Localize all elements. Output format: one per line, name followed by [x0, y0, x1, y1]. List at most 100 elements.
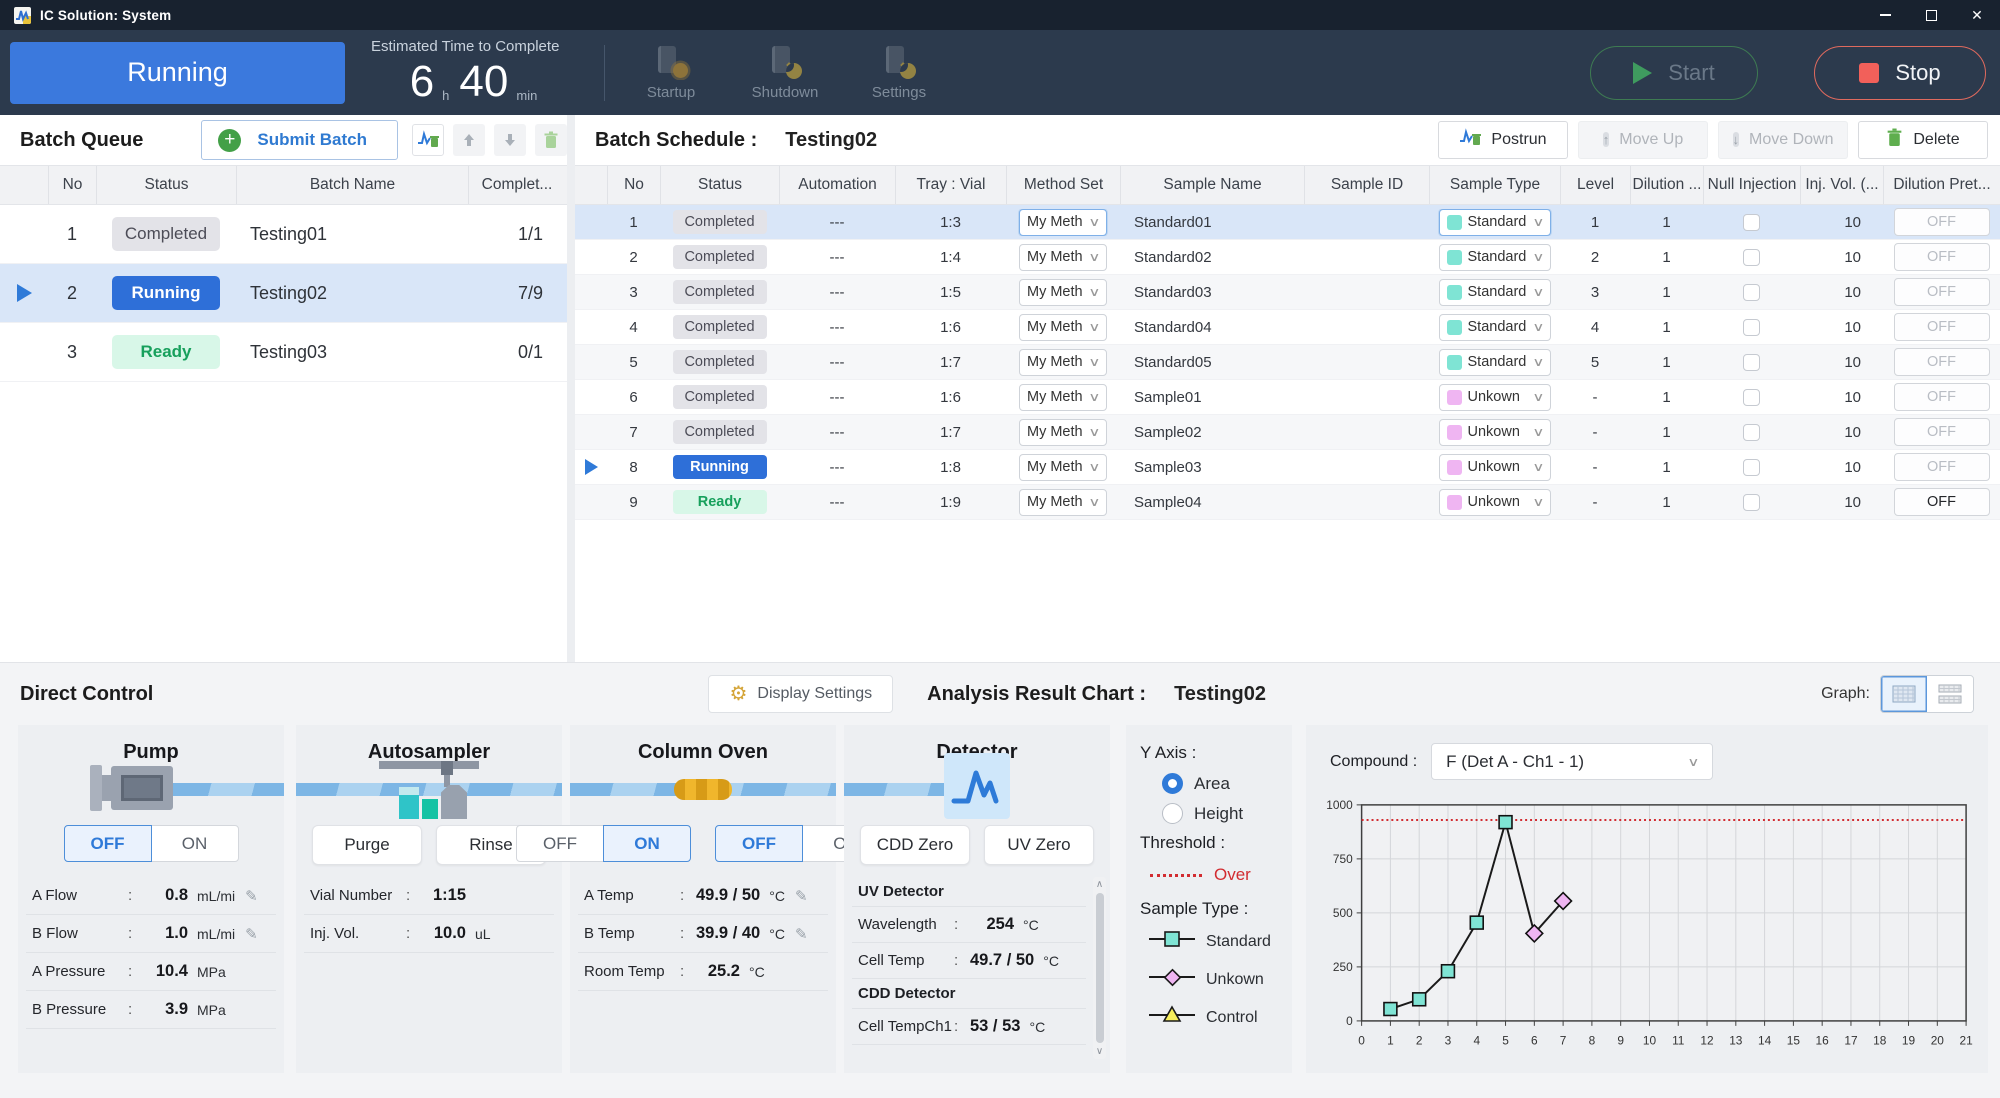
shutdown-button[interactable]: Shutdown [749, 45, 821, 101]
dilution-pret-button[interactable]: OFF [1894, 313, 1990, 341]
column-oven-title: Column Oven [570, 725, 836, 764]
schedule-row[interactable]: 1Completed---1:3My Meth∨Standard01Standa… [575, 205, 2000, 240]
y-axis-radio-area[interactable]: Area [1162, 773, 1292, 794]
graph-split-view-button[interactable] [1927, 676, 1973, 712]
compound-select[interactable]: F (Det A - Ch1 - 1) ∨ [1431, 743, 1713, 780]
stop-icon [1859, 63, 1879, 83]
method-set-select[interactable]: My Meth∨ [1019, 279, 1107, 306]
uv-zero-button[interactable]: UV Zero [984, 825, 1094, 865]
maximize-button[interactable] [1908, 0, 1954, 30]
dilution-pret-button[interactable]: OFF [1894, 278, 1990, 306]
sample-type-select[interactable]: Unkown∨ [1439, 419, 1551, 446]
schedule-row[interactable]: 9Ready---1:9My Meth∨Sample04Unkown∨-110O… [575, 485, 2000, 520]
edit-pencil-icon[interactable]: ✎ [795, 887, 808, 905]
schedule-row[interactable]: 8Running---1:8My Meth∨Sample03Unkown∨-11… [575, 450, 2000, 485]
null-injection-checkbox[interactable] [1743, 214, 1760, 231]
sample-type-select[interactable]: Unkown∨ [1439, 489, 1551, 516]
method-set-select[interactable]: My Meth∨ [1019, 419, 1107, 446]
sample-type-select[interactable]: Standard∨ [1439, 244, 1551, 271]
schedule-cell-level: - [1560, 494, 1630, 511]
edit-pencil-icon[interactable]: ✎ [245, 887, 258, 905]
dilution-pret-button[interactable]: OFF [1894, 243, 1990, 271]
detector-scrollbar[interactable]: ∧ ∨ [1093, 877, 1106, 1059]
schedule-cell-sample_name: Sample01 [1120, 389, 1304, 406]
dilution-pret-button[interactable]: OFF [1894, 418, 1990, 446]
queue-cell-completion: 1/1 [468, 224, 565, 245]
queue-move-down-button[interactable] [494, 124, 526, 156]
method-set-select[interactable]: My Meth∨ [1019, 454, 1107, 481]
sample-type-select[interactable]: Unkown∨ [1439, 454, 1551, 481]
y-axis-radio-height[interactable]: Height [1162, 803, 1292, 824]
sample-type-select[interactable]: Standard∨ [1439, 349, 1551, 376]
null-injection-checkbox[interactable] [1743, 284, 1760, 301]
main-toolbar: Running Estimated Time to Complete 6 h 4… [0, 30, 2000, 115]
autosampler-panel: Autosampler PurgeRinse Vial Number:1:15I… [296, 725, 562, 1073]
svg-text:13: 13 [1729, 1034, 1743, 1048]
method-set-select[interactable]: My Meth∨ [1019, 314, 1107, 341]
queue-delete-button[interactable] [535, 124, 567, 156]
queue-row[interactable]: 1CompletedTesting011/1 [0, 205, 567, 264]
submit-batch-button[interactable]: + Submit Batch [201, 120, 398, 160]
schedule-row[interactable]: 6Completed---1:6My Meth∨Sample01Unkown∨-… [575, 380, 2000, 415]
queue-row[interactable]: 3ReadyTesting030/1 [0, 323, 567, 382]
method-set-select[interactable]: My Meth∨ [1019, 489, 1107, 516]
close-button[interactable]: ✕ [1954, 0, 2000, 30]
autosampler-title: Autosampler [296, 725, 562, 764]
move-down-icon [502, 132, 518, 148]
sample-type-select[interactable]: Standard∨ [1439, 279, 1551, 306]
minimize-button[interactable] [1862, 0, 1908, 30]
stop-button[interactable]: Stop [1814, 46, 1986, 100]
off-toggle-option[interactable]: OFF [715, 825, 803, 862]
sample-type-select[interactable]: Standard∨ [1439, 314, 1551, 341]
settings-button[interactable]: Settings [863, 45, 935, 101]
status-badge: Completed [673, 315, 767, 339]
postrun-button[interactable]: Postrun [1438, 121, 1568, 159]
status-badge: Completed [673, 420, 767, 444]
queue-row[interactable]: 2RunningTesting027/9 [0, 264, 567, 323]
method-set-select[interactable]: My Meth∨ [1019, 244, 1107, 271]
schedule-row[interactable]: 2Completed---1:4My Meth∨Standard02Standa… [575, 240, 2000, 275]
start-button[interactable]: Start [1590, 46, 1758, 100]
schedule-row[interactable]: 7Completed---1:7My Meth∨Sample02Unkown∨-… [575, 415, 2000, 450]
schedule-row[interactable]: 4Completed---1:6My Meth∨Standard04Standa… [575, 310, 2000, 345]
method-set-select[interactable]: My Meth∨ [1019, 349, 1107, 376]
method-set-select[interactable]: My Meth∨ [1019, 384, 1107, 411]
dilution-pret-button[interactable]: OFF [1894, 383, 1990, 411]
null-injection-checkbox[interactable] [1743, 249, 1760, 266]
off-toggle-option[interactable]: OFF [516, 825, 604, 862]
queue-move-up-button[interactable] [453, 124, 485, 156]
edit-pencil-icon[interactable]: ✎ [795, 925, 808, 943]
cdd-zero-button[interactable]: CDD Zero [860, 825, 970, 865]
null-injection-checkbox[interactable] [1743, 459, 1760, 476]
startup-button[interactable]: Startup [635, 45, 707, 101]
dilution-pret-button[interactable]: OFF [1894, 453, 1990, 481]
null-injection-checkbox[interactable] [1743, 354, 1760, 371]
off-toggle-option[interactable]: OFF [64, 825, 152, 862]
display-settings-button[interactable]: ⚙ Display Settings [708, 675, 893, 713]
svg-text:5: 5 [1502, 1034, 1509, 1048]
queue-postrun-button[interactable] [412, 124, 444, 156]
on-toggle-option[interactable]: ON [151, 825, 239, 862]
svg-text:750: 750 [1333, 852, 1353, 866]
delete-button[interactable]: Delete [1858, 121, 1988, 159]
system-status-button[interactable]: Running [10, 42, 345, 104]
graph-single-view-button[interactable] [1881, 676, 1927, 712]
square-marker-icon [1148, 929, 1196, 954]
sample-type-select[interactable]: Standard∨ [1439, 209, 1551, 236]
dilution-pret-button[interactable]: OFF [1894, 348, 1990, 376]
null-injection-checkbox[interactable] [1743, 494, 1760, 511]
schedule-row[interactable]: 5Completed---1:7My Meth∨Standard05Standa… [575, 345, 2000, 380]
schedule-cell-automation: --- [779, 424, 895, 441]
method-set-select[interactable]: My Meth∨ [1019, 209, 1107, 236]
on-toggle-option[interactable]: ON [603, 825, 691, 862]
dilution-pret-button[interactable]: OFF [1894, 208, 1990, 236]
null-injection-checkbox[interactable] [1743, 389, 1760, 406]
purge-button[interactable]: Purge [312, 825, 422, 865]
null-injection-checkbox[interactable] [1743, 424, 1760, 441]
sample-type-select[interactable]: Unkown∨ [1439, 384, 1551, 411]
svg-text:12: 12 [1700, 1034, 1713, 1048]
edit-pencil-icon[interactable]: ✎ [245, 925, 258, 943]
dilution-pret-button[interactable]: OFF [1894, 488, 1990, 516]
schedule-row[interactable]: 3Completed---1:5My Meth∨Standard03Standa… [575, 275, 2000, 310]
null-injection-checkbox[interactable] [1743, 319, 1760, 336]
